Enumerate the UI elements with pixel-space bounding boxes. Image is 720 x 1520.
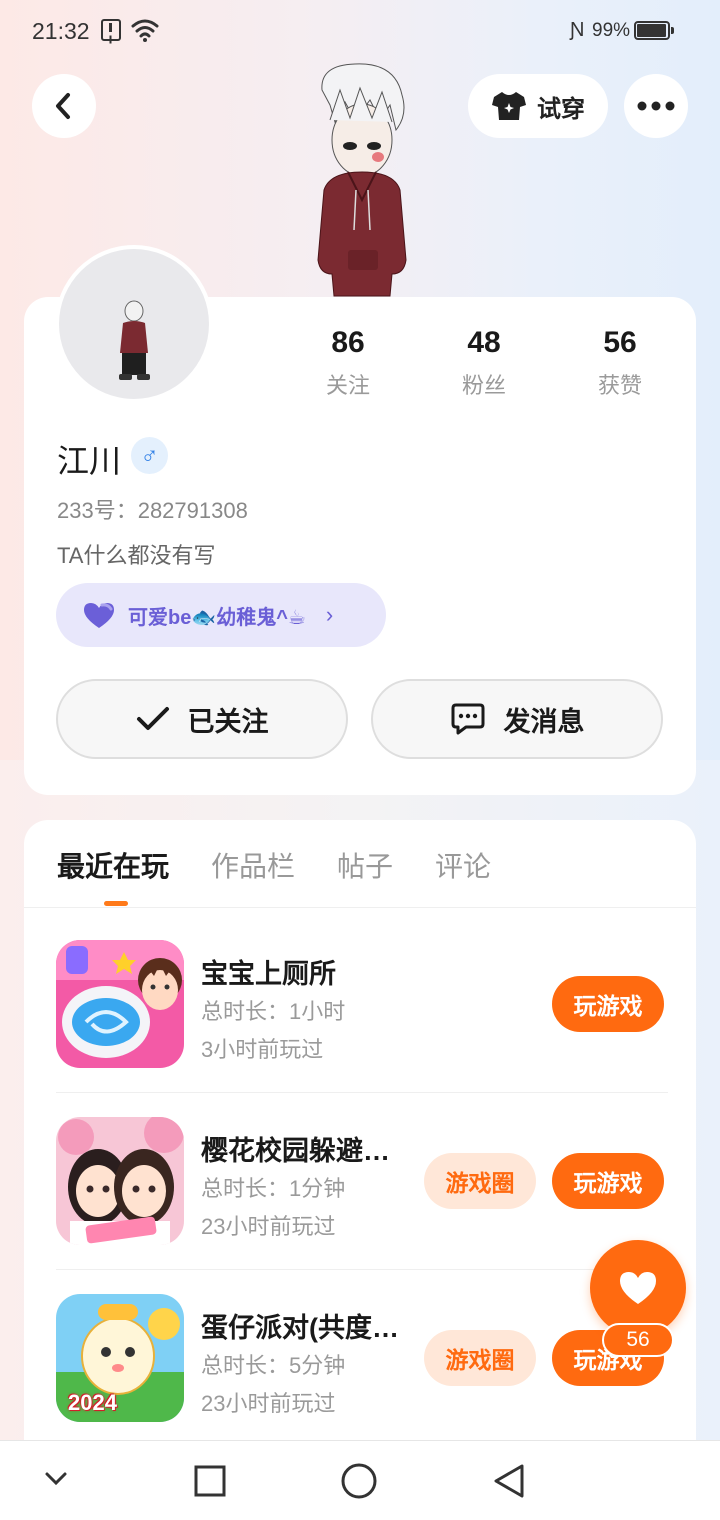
game-icon-toilet[interactable] bbox=[56, 940, 184, 1068]
followed-label: 已关注 bbox=[187, 706, 269, 737]
avatar-mini-figure bbox=[119, 300, 150, 380]
game-row[interactable]: 樱花校园躲避… 总时长：1分钟 23小时前玩过 游戏圈 玩游戏 bbox=[56, 1117, 668, 1245]
username: 江川 bbox=[57, 443, 122, 479]
tab-works[interactable]: 作品栏 bbox=[211, 845, 295, 885]
back-nav-icon[interactable] bbox=[492, 1463, 526, 1499]
game-circle-button[interactable]: 游戏圈 bbox=[424, 1153, 536, 1209]
battery-icon bbox=[634, 21, 674, 40]
game-icon-sakura-school[interactable] bbox=[56, 1117, 184, 1245]
checkmark-icon bbox=[136, 707, 169, 730]
divider bbox=[56, 1092, 668, 1093]
profile-tabs: 最近在玩 作品栏 帖子 评论 bbox=[57, 845, 491, 885]
like-count: 56 bbox=[602, 1323, 674, 1357]
heart-icon bbox=[620, 1272, 656, 1304]
game-circle-button[interactable]: 游戏圈 bbox=[424, 1330, 536, 1386]
play-game-button[interactable]: 玩游戏 bbox=[552, 1153, 664, 1209]
try-on-label: 试穿 bbox=[537, 95, 585, 123]
followers-count: 48 bbox=[467, 326, 501, 359]
more-button[interactable] bbox=[624, 74, 688, 138]
followed-button[interactable]: 已关注 bbox=[56, 679, 348, 759]
stat-followers[interactable]: 48 粉丝 bbox=[424, 326, 544, 400]
chat-bubble-icon bbox=[451, 703, 484, 735]
battery-percent: 99% bbox=[592, 20, 631, 41]
tshirt-icon bbox=[492, 92, 526, 120]
game-row[interactable]: 宝宝上厕所 总时长：1小时 3小时前玩过 玩游戏 bbox=[56, 940, 668, 1068]
home-icon[interactable] bbox=[341, 1463, 377, 1499]
more-dots-icon bbox=[637, 101, 675, 111]
game-title: 樱花校园躲避… bbox=[201, 1136, 390, 1166]
status-bar: 21:32 Ɲ 99% bbox=[0, 0, 720, 62]
avatar[interactable] bbox=[55, 245, 213, 403]
alert-icon bbox=[101, 19, 121, 41]
send-message-label: 发消息 bbox=[503, 706, 585, 737]
divider bbox=[56, 1269, 668, 1270]
game-duration: 总时长：5分钟 bbox=[201, 1353, 346, 1378]
back-button[interactable] bbox=[32, 74, 96, 138]
nfc-icon: Ɲ bbox=[570, 19, 585, 41]
following-label: 关注 bbox=[325, 373, 370, 398]
game-title: 宝宝上厕所 bbox=[201, 959, 336, 989]
following-count: 86 bbox=[331, 326, 365, 359]
avatar-figure[interactable] bbox=[300, 60, 420, 300]
play-game-button[interactable]: 玩游戏 bbox=[552, 976, 664, 1032]
send-message-button[interactable]: 发消息 bbox=[371, 679, 663, 759]
stat-following[interactable]: 86 关注 bbox=[288, 326, 408, 400]
relationship-tag-label: 可爱be🐟幼稚鬼^☕ bbox=[128, 606, 306, 629]
system-nav-bar bbox=[0, 1440, 720, 1520]
game-title: 蛋仔派对(共度… bbox=[201, 1313, 399, 1343]
game-duration: 总时长：1小时 bbox=[201, 999, 346, 1024]
likes-label: 获赞 bbox=[597, 373, 642, 398]
game-row[interactable]: 2024 蛋仔派对(共度… 总时长：5分钟 23小时前玩过 游戏圈 玩游戏 bbox=[56, 1294, 668, 1422]
male-gender-icon: ♂ bbox=[131, 437, 168, 474]
chevron-right-icon: › bbox=[325, 602, 334, 627]
user-id: 233号：282791308 bbox=[57, 498, 248, 523]
game-last-played: 23小时前玩过 bbox=[201, 1214, 336, 1239]
stat-likes[interactable]: 56 获赞 bbox=[560, 326, 680, 400]
divider bbox=[24, 907, 696, 908]
relationship-tag[interactable]: 可爱be🐟幼稚鬼^☕ › bbox=[56, 583, 386, 647]
wifi-icon bbox=[131, 19, 159, 42]
bio: TA什么都没有写 bbox=[57, 543, 216, 568]
followers-label: 粉丝 bbox=[461, 373, 506, 398]
try-on-button[interactable]: 试穿 bbox=[468, 74, 608, 138]
recent-apps-icon[interactable] bbox=[194, 1465, 226, 1497]
game-icon-year-label: 2024 bbox=[68, 1390, 117, 1415]
game-last-played: 3小时前玩过 bbox=[201, 1037, 324, 1062]
chevron-left-icon bbox=[56, 93, 70, 119]
tab-comments[interactable]: 评论 bbox=[435, 845, 491, 885]
game-icon-eggy-party[interactable]: 2024 bbox=[56, 1294, 184, 1422]
game-duration: 总时长：1分钟 bbox=[201, 1176, 346, 1201]
game-last-played: 23小时前玩过 bbox=[201, 1391, 336, 1416]
tab-indicator bbox=[104, 901, 128, 906]
tab-posts[interactable]: 帖子 bbox=[337, 845, 393, 885]
chevron-down-icon[interactable] bbox=[44, 1471, 68, 1487]
heart-icon bbox=[84, 603, 114, 628]
like-button[interactable] bbox=[590, 1240, 686, 1336]
tab-recently-played[interactable]: 最近在玩 bbox=[57, 845, 169, 885]
likes-count: 56 bbox=[603, 326, 637, 359]
status-time: 21:32 bbox=[32, 18, 90, 44]
